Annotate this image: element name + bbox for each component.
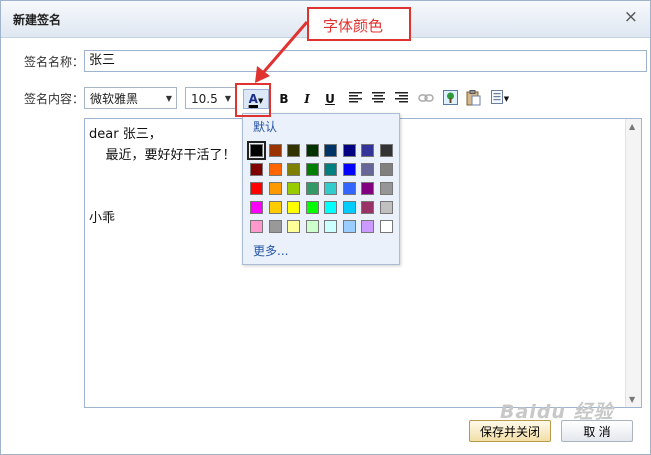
- watermark: Baidu 经验: [500, 401, 614, 423]
- annotation-arrow-icon: [255, 21, 309, 83]
